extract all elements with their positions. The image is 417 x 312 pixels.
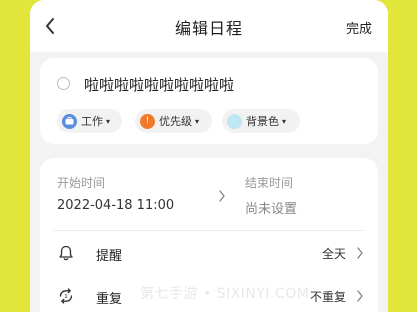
reminder-label: 提醒 [96, 249, 123, 264]
color-dot-icon [227, 113, 242, 129]
page-title: 编辑日程 [174, 19, 243, 38]
caret-down-icon: ▾ [106, 116, 111, 126]
chevron-right-icon [219, 190, 225, 202]
done-button[interactable]: 完成 [346, 18, 372, 37]
task-complete-checkbox[interactable] [57, 77, 70, 90]
chevron-right-icon [357, 247, 363, 259]
nav-header: 编辑日程 完成 [30, 0, 388, 52]
task-title-input[interactable]: 啦啦啦啦啦啦啦啦啦啦 [84, 74, 234, 95]
start-time-value: 2022-04-18 11:00 [57, 198, 175, 213]
priority-label: 优先级 [159, 115, 192, 128]
briefcase-icon [62, 113, 77, 129]
background-color-dropdown[interactable]: 背景色 ▾ [222, 109, 300, 133]
chevron-right-icon [357, 290, 363, 302]
exclamation-icon: ! [140, 113, 155, 129]
priority-dropdown[interactable]: ! 优先级 ▾ [135, 109, 212, 133]
repeat-value: 不重复 [309, 290, 346, 304]
repeat-label: 重复 [96, 292, 123, 307]
end-time-value: 尚未设置 [245, 202, 298, 217]
caret-down-icon: ▾ [282, 116, 287, 126]
caret-down-icon: ▾ [195, 116, 200, 126]
start-time-label: 开始时间 [57, 176, 106, 190]
reminder-value: 全天 [321, 247, 346, 261]
details-card: 开始时间 2022-04-18 11:00 结束时间 尚未设置 提醒 全天 1 … [40, 158, 378, 312]
background-color-label: 背景色 [246, 115, 279, 128]
phone-screen: 编辑日程 完成 啦啦啦啦啦啦啦啦啦啦 工作 ▾ ! 优先级 ▾ 背景色 ▾ 开始… [30, 0, 388, 312]
bell-icon [59, 245, 73, 261]
reminder-row[interactable]: 提醒 全天 [40, 239, 378, 269]
category-label: 工作 [81, 115, 103, 128]
divider [54, 230, 364, 231]
category-dropdown[interactable]: 工作 ▾ [57, 109, 122, 133]
end-time-label: 结束时间 [245, 176, 294, 190]
svg-text:1: 1 [64, 294, 68, 300]
repeat-row[interactable]: 1 重复 不重复 [40, 282, 378, 312]
repeat-icon: 1 [59, 288, 73, 304]
task-card: 啦啦啦啦啦啦啦啦啦啦 工作 ▾ ! 优先级 ▾ 背景色 ▾ [40, 58, 378, 144]
